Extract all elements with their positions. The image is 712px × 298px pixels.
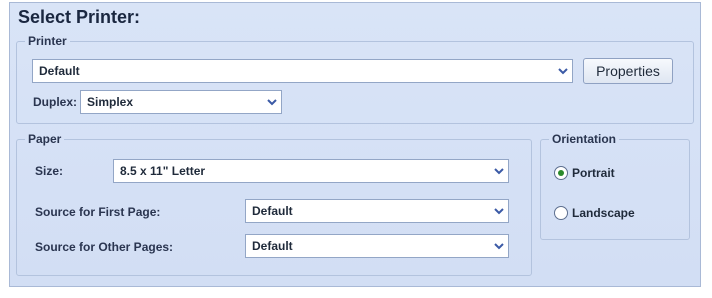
printer-group: Printer Default Properties Duplex: Simpl… [16, 34, 694, 124]
landscape-label[interactable]: Landscape [572, 206, 635, 220]
portrait-option[interactable]: Portrait [554, 166, 615, 180]
chevron-down-icon[interactable] [263, 91, 281, 113]
paper-legend: Paper [28, 132, 62, 146]
printer-select-value: Default [39, 64, 80, 78]
duplex-select[interactable]: Simplex [80, 90, 282, 114]
orientation-group: Orientation Portrait Landscape [540, 132, 690, 240]
other-pages-source-label: Source for Other Pages: [35, 240, 174, 254]
chevron-down-icon[interactable] [490, 235, 508, 257]
landscape-radio[interactable] [554, 206, 568, 220]
print-settings-panel: Select Printer: Printer Default Properti… [9, 2, 701, 287]
landscape-option[interactable]: Landscape [554, 206, 635, 220]
chevron-down-icon[interactable] [490, 160, 508, 182]
portrait-radio[interactable] [554, 166, 568, 180]
printer-legend: Printer [28, 34, 67, 48]
duplex-select-value: Simplex [87, 95, 134, 109]
properties-button[interactable]: Properties [583, 58, 673, 84]
size-label: Size: [35, 164, 64, 178]
first-page-source-label: Source for First Page: [35, 205, 161, 219]
first-page-source-select[interactable]: Default [245, 199, 509, 223]
other-pages-source-select[interactable]: Default [245, 234, 509, 258]
chevron-down-icon[interactable] [490, 200, 508, 222]
paper-size-select[interactable]: 8.5 x 11" Letter [113, 159, 509, 183]
first-page-source-value: Default [252, 204, 293, 218]
orientation-legend: Orientation [552, 132, 617, 146]
paper-group: Paper Size: 8.5 x 11" Letter Source for … [16, 132, 532, 276]
portrait-label[interactable]: Portrait [572, 166, 615, 180]
printer-select[interactable]: Default [32, 59, 573, 83]
panel-title: Select Printer: [18, 7, 141, 27]
paper-size-value: 8.5 x 11" Letter [120, 164, 206, 178]
chevron-down-icon[interactable] [554, 60, 572, 82]
other-pages-source-value: Default [252, 239, 293, 253]
duplex-label: Duplex: [33, 95, 78, 109]
